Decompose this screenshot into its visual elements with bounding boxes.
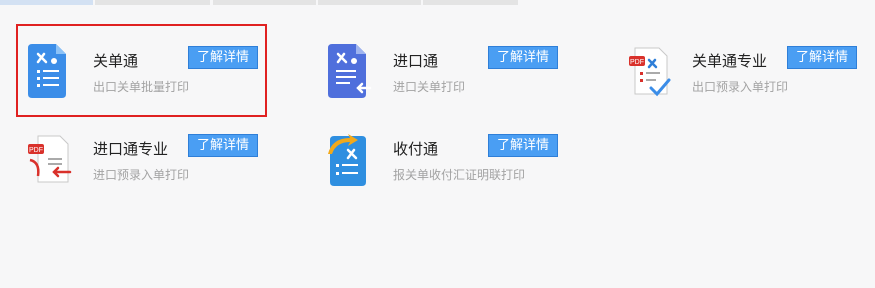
- product-card-jinkoutong[interactable]: 进口通 进口关单打印 了解详情: [316, 22, 586, 102]
- product-description: 报关单收付汇证明联打印: [393, 168, 526, 182]
- product-title: 关单通专业: [692, 52, 768, 70]
- product-card-guandantong-pro[interactable]: PDF 关单通专业 出口预录入单打印 了解详情: [615, 22, 875, 102]
- document-import-icon: [326, 44, 372, 98]
- svg-text:PDF: PDF: [29, 147, 43, 154]
- product-title: 进口通专业: [93, 140, 169, 158]
- product-card-jinkoutong-pro[interactable]: PDF 进口通专业 进口预录入单打印 了解详情: [16, 110, 286, 190]
- tab-segment[interactable]: [0, 0, 93, 5]
- product-title: 收付通: [393, 140, 439, 158]
- product-description: 进口预录入单打印: [93, 168, 190, 182]
- selection-highlight-box: [16, 24, 267, 117]
- tab-segment[interactable]: [318, 0, 421, 5]
- tab-segment[interactable]: [95, 0, 210, 5]
- pdf-import-icon: PDF: [26, 132, 72, 186]
- payment-document-icon: [326, 132, 372, 186]
- pdf-checklist-icon: PDF: [625, 44, 671, 98]
- tab-segment[interactable]: [423, 0, 518, 5]
- tab-segment[interactable]: [213, 0, 316, 5]
- svg-text:PDF: PDF: [630, 59, 644, 66]
- product-description: 出口预录入单打印: [692, 80, 789, 94]
- learn-more-button[interactable]: 了解详情: [488, 134, 558, 157]
- product-card-shoufutong[interactable]: 收付通 报关单收付汇证明联打印 了解详情: [316, 110, 586, 190]
- learn-more-button[interactable]: 了解详情: [488, 46, 558, 69]
- learn-more-button[interactable]: 了解详情: [787, 46, 857, 69]
- top-tab-strip: [0, 0, 875, 5]
- learn-more-button[interactable]: 了解详情: [188, 134, 258, 157]
- product-description: 进口关单打印: [393, 80, 466, 94]
- product-title: 进口通: [393, 52, 439, 70]
